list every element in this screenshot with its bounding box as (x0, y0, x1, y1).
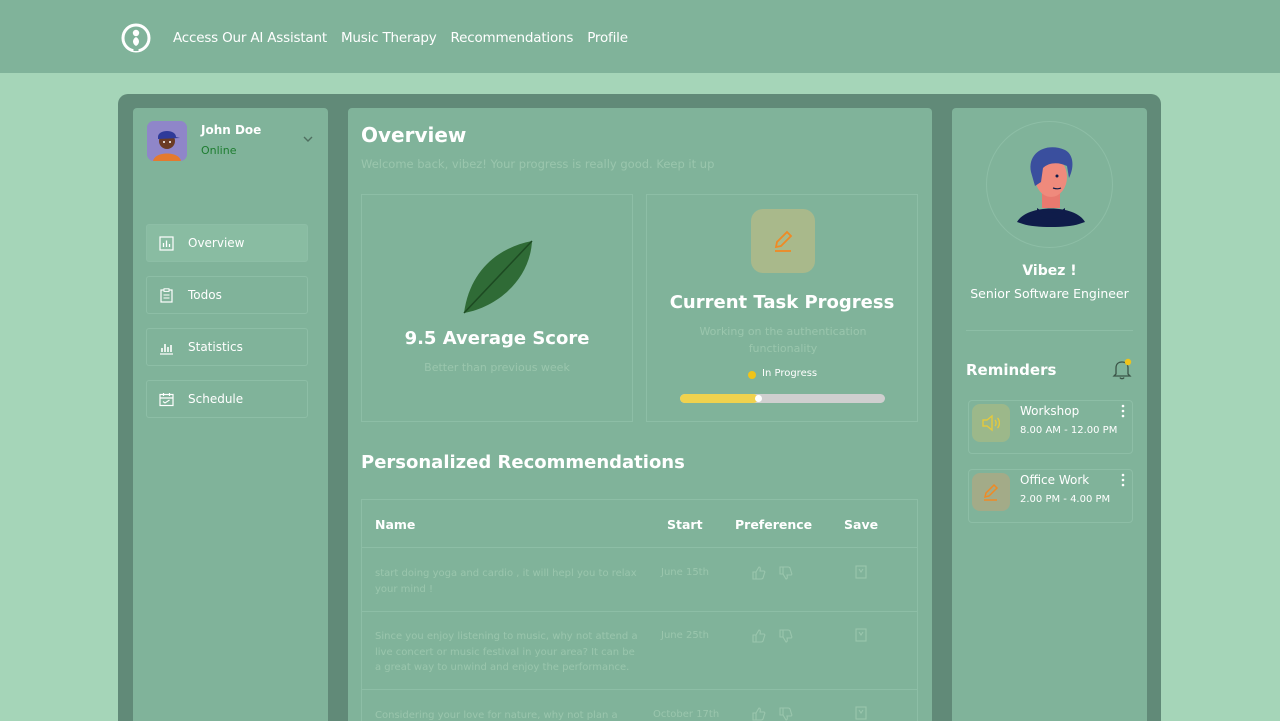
leaf-icon (463, 240, 533, 314)
reminder-item[interactable]: Workshop 8.00 AM - 12.00 PM (968, 400, 1133, 454)
head-leaf-logo-icon[interactable] (120, 22, 152, 54)
speaker-icon (982, 414, 1001, 432)
average-score: 9.5 Average Score (404, 328, 590, 349)
average-score-card: 9.5 Average Score Better than previous w… (361, 194, 633, 422)
table-row: start doing yoga and cardio , it will he… (362, 547, 917, 611)
recommendation-name: Since you enjoy listening to music, why … (375, 631, 638, 673)
column-header-start: Start (667, 517, 703, 532)
sidebar-item-label: Schedule (188, 392, 244, 406)
sidebar-item-label: Overview (188, 236, 245, 250)
table-row: Considering your love for nature, why no… (362, 689, 917, 721)
pencil-icon (774, 230, 793, 252)
nav-link-profile[interactable]: Profile (587, 30, 628, 46)
progress-bar (680, 394, 885, 403)
profile-avatar[interactable] (986, 121, 1113, 248)
bookmark-icon[interactable] (854, 565, 868, 579)
welcome-text: Welcome back, vibez! Your progress is re… (361, 157, 715, 171)
sidebar-item-overview[interactable]: Overview (146, 224, 308, 262)
average-score-subtitle: Better than previous week (424, 361, 570, 374)
clipboard-icon (160, 287, 173, 303)
user-avatar[interactable] (147, 121, 187, 161)
sidebar-item-statistics[interactable]: Statistics (146, 328, 308, 366)
task-progress-card: Current Task Progress Working on the aut… (646, 194, 918, 422)
sidebar-item-label: Statistics (188, 340, 243, 354)
task-title: Current Task Progress (669, 292, 895, 313)
column-header-name: Name (375, 517, 416, 532)
reminder-item[interactable]: Office Work 2.00 PM - 4.00 PM (968, 469, 1133, 523)
reminders-title: Reminders (966, 361, 1057, 379)
kebab-menu-icon[interactable] (1119, 404, 1127, 418)
recommendations-table: Name Start Preference Save start doing y… (361, 499, 918, 721)
progress-fill (680, 394, 758, 403)
status-dot (748, 371, 756, 379)
thumbs-up-icon[interactable] (752, 629, 766, 643)
recommendations-title: Personalized Recommendations (361, 452, 685, 473)
recommendation-name: start doing yoga and cardio , it will he… (375, 568, 637, 595)
recommendation-name: Considering your love for nature, why no… (375, 710, 618, 721)
sidebar: John Doe Online Overview Todos Statistic… (133, 108, 328, 721)
table-row: Since you enjoy listening to music, why … (362, 611, 917, 689)
thumbs-down-icon[interactable] (779, 629, 793, 643)
top-navbar: Access Our AI Assistant Music Therapy Re… (0, 0, 1280, 73)
profile-name: Vibez ! (1022, 263, 1077, 279)
page-title: Overview (361, 123, 467, 147)
profile-role: Senior Software Engineer (970, 286, 1129, 301)
pencil-icon (983, 483, 999, 501)
progress-knob (754, 395, 762, 402)
thumbs-up-icon[interactable] (752, 566, 766, 580)
chevron-down-icon[interactable] (303, 135, 313, 143)
recommendation-start: October 17th (653, 709, 720, 720)
bell-icon[interactable] (1112, 358, 1132, 380)
sidebar-item-label: Todos (188, 288, 222, 302)
recommendation-start: June 15th (661, 567, 709, 578)
nav-link-recommendations[interactable]: Recommendations (451, 30, 574, 46)
nav-links: Access Our AI Assistant Music Therapy Re… (173, 30, 628, 46)
user-name: John Doe (201, 123, 262, 137)
bar-chart-icon (159, 235, 174, 251)
bookmark-icon[interactable] (854, 706, 868, 720)
reminder-title: Office Work (1020, 473, 1090, 487)
bookmark-icon[interactable] (854, 628, 868, 642)
statistics-icon (160, 343, 173, 355)
column-header-save: Save (844, 517, 879, 532)
thumbs-down-icon[interactable] (779, 707, 793, 721)
sidebar-item-todos[interactable]: Todos (146, 276, 308, 314)
nav-link-ai-assistant[interactable]: Access Our AI Assistant (173, 30, 327, 46)
column-header-preference: Preference (735, 517, 813, 532)
task-subtitle: Working on the authentication functional… (699, 325, 867, 355)
kebab-menu-icon[interactable] (1119, 473, 1127, 487)
thumbs-up-icon[interactable] (752, 707, 766, 721)
sidebar-item-schedule[interactable]: Schedule (146, 380, 308, 418)
divider (966, 330, 1133, 331)
status-label: In Progress (762, 368, 818, 379)
calendar-icon (159, 392, 174, 406)
reminder-time: 2.00 PM - 4.00 PM (1020, 494, 1111, 505)
nav-link-music-therapy[interactable]: Music Therapy (341, 30, 437, 46)
reminder-title: Workshop (1020, 404, 1080, 418)
reminder-icon-tile (972, 473, 1010, 511)
profile-panel: Vibez ! Senior Software Engineer Reminde… (952, 108, 1147, 721)
thumbs-down-icon[interactable] (779, 566, 793, 580)
reminder-icon-tile (972, 404, 1010, 442)
recommendation-start: June 25th (661, 630, 709, 641)
main-content: Overview Welcome back, vibez! Your progr… (348, 108, 932, 721)
user-status: Online (201, 144, 237, 157)
task-icon-tile (751, 209, 815, 273)
reminder-time: 8.00 AM - 12.00 PM (1020, 425, 1118, 436)
